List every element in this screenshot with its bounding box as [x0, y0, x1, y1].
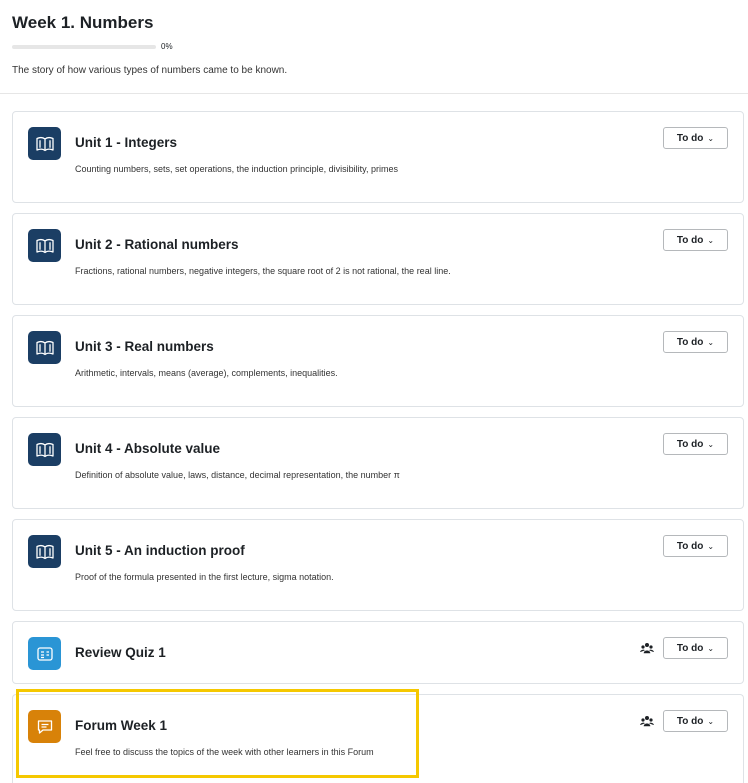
chevron-down-icon: ⌄ — [707, 133, 715, 143]
activity-forum-week-1: Forum Week 1 Feel free to discuss the to… — [12, 694, 744, 783]
activity-title[interactable]: Unit 3 - Real numbers — [75, 339, 214, 354]
course-section: Week 1. Numbers 0% The story of how vari… — [0, 0, 748, 783]
book-icon[interactable] — [28, 535, 61, 568]
book-icon[interactable] — [28, 331, 61, 364]
activity-description: Counting numbers, sets, set operations, … — [75, 164, 398, 174]
activity-title[interactable]: Unit 1 - Integers — [75, 135, 177, 150]
completion-todo-button[interactable]: To do ⌄ — [663, 331, 728, 353]
section-progress: 0% — [12, 42, 173, 51]
activity-title[interactable]: Unit 2 - Rational numbers — [75, 237, 239, 252]
activity-unit-5: Unit 5 - An induction proof Proof of the… — [12, 519, 744, 611]
chevron-down-icon: ⌄ — [707, 235, 715, 245]
activity-title[interactable]: Review Quiz 1 — [75, 645, 166, 660]
activity-title[interactable]: Forum Week 1 — [75, 718, 167, 733]
completion-todo-button[interactable]: To do ⌄ — [663, 433, 728, 455]
activity-description: Definition of absolute value, laws, dist… — [75, 470, 400, 480]
chevron-down-icon: ⌄ — [707, 716, 715, 726]
activity-unit-4: Unit 4 - Absolute value Definition of ab… — [12, 417, 744, 509]
group-mode-icon — [640, 716, 654, 727]
chevron-down-icon: ⌄ — [707, 337, 715, 347]
section-header: Week 1. Numbers 0% The story of how vari… — [12, 12, 736, 76]
completion-todo-button[interactable]: To do ⌄ — [663, 127, 728, 149]
chevron-down-icon: ⌄ — [707, 643, 715, 653]
completion-todo-button[interactable]: To do ⌄ — [663, 229, 728, 251]
section-divider — [0, 93, 748, 94]
activity-unit-3: Unit 3 - Real numbers Arithmetic, interv… — [12, 315, 744, 407]
completion-todo-button[interactable]: To do ⌄ — [663, 710, 728, 732]
progress-bar — [12, 44, 156, 49]
activity-description: Feel free to discuss the topics of the w… — [75, 747, 374, 757]
activity-description: Arithmetic, intervals, means (average), … — [75, 368, 338, 378]
book-icon[interactable] — [28, 127, 61, 160]
activity-unit-1: Unit 1 - Integers Counting numbers, sets… — [12, 111, 744, 203]
chevron-down-icon: ⌄ — [707, 541, 715, 551]
activity-title[interactable]: Unit 4 - Absolute value — [75, 441, 220, 456]
activity-description: Proof of the formula presented in the fi… — [75, 572, 334, 582]
activity-title[interactable]: Unit 5 - An induction proof — [75, 543, 245, 558]
chevron-down-icon: ⌄ — [707, 439, 715, 449]
quiz-icon[interactable] — [28, 637, 61, 670]
section-summary: The story of how various types of number… — [12, 65, 288, 76]
completion-todo-button[interactable]: To do ⌄ — [663, 637, 728, 659]
forum-icon[interactable] — [28, 710, 61, 743]
activity-review-quiz-1: Review Quiz 1 To do ⌄ — [12, 621, 744, 684]
section-title: Week 1. Numbers — [12, 13, 154, 32]
book-icon[interactable] — [28, 433, 61, 466]
activity-unit-2: Unit 2 - Rational numbers Fractions, rat… — [12, 213, 744, 305]
progress-label: 0% — [161, 42, 173, 51]
group-mode-icon — [640, 643, 654, 654]
book-icon[interactable] — [28, 229, 61, 262]
completion-todo-button[interactable]: To do ⌄ — [663, 535, 728, 557]
activity-description: Fractions, rational numbers, negative in… — [75, 266, 451, 276]
